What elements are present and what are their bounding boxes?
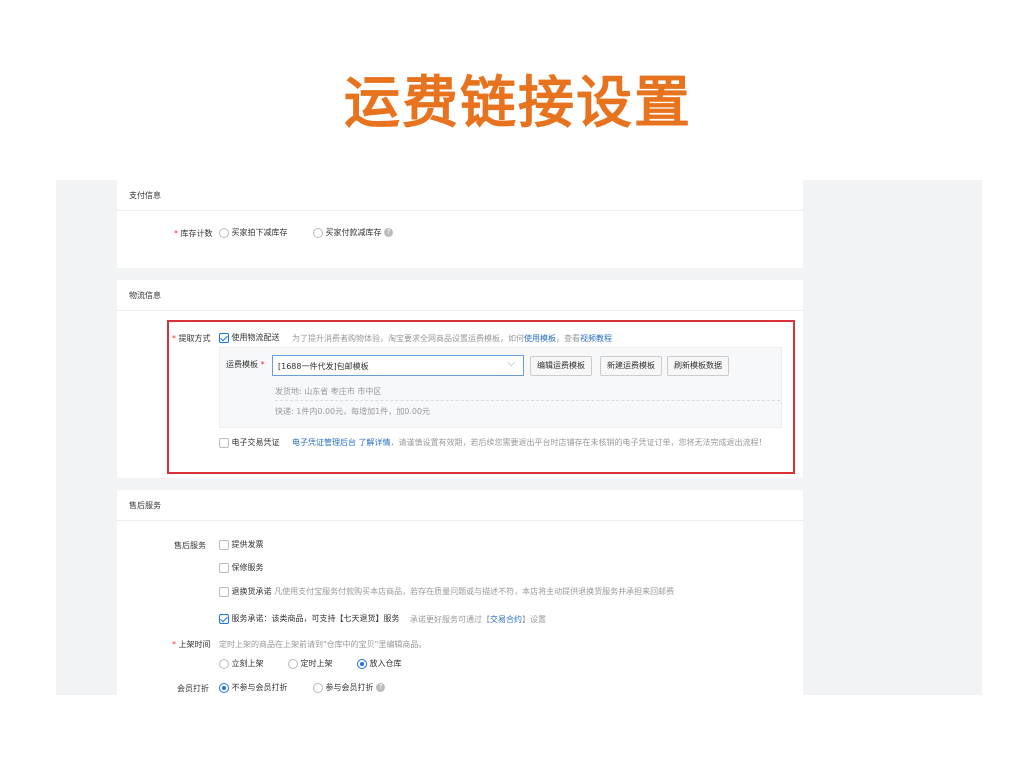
payment-card: 支付信息 * 库存计数 买家拍下减库存 买家付款减库存 ? [117,180,803,268]
warranty-checkbox[interactable]: 保修服务 [219,562,264,573]
logistics-hint: 为了提升消费者购物体验，淘宝要求全网商品设置运费模板，如何使用模板，查看视频教程 [292,333,612,344]
payment-header: 支付信息 [117,180,803,211]
slide-title: 运费链接设置 [0,58,1036,139]
after-sales-label: 售后服务 [174,540,206,551]
use-template-link[interactable]: 使用模板 [524,334,556,343]
express-fee: 快递: 1件内0.00元，每增加1件，加0.00元 [275,406,430,417]
radio-option-1[interactable]: 买家拍下减库存 [219,227,288,238]
invoice-checkbox[interactable]: 提供发票 [219,539,264,550]
after-sales-header: 售后服务 [117,490,803,521]
help-icon: ? [376,683,385,692]
evoucher-checkbox[interactable]: 电子交易凭证 [219,437,280,448]
stock-label: 库存计数 [181,229,213,238]
member-yes-radio[interactable]: 参与会员打折 ? [313,682,385,693]
return-checkbox[interactable]: 退换货承诺 凡使用支付宝服务付款购买本店商品，若存在质量问题或与描述不符，本店将… [219,586,674,597]
template-panel: 运费模板 * [1688一件代发]包邮模板⌵ 编辑运费模板 新建运费模板 刷新模… [219,347,782,428]
listing-scheduled-radio[interactable]: 定时上架 [288,658,333,669]
ship-from: 发货地: 山东省 枣庄市 市中区 [275,386,381,397]
member-no-radio[interactable]: 不参与会员打折 [219,682,288,693]
evoucher-admin-link[interactable]: 电子凭证管理后台 [292,438,356,447]
new-template-button[interactable]: 新建运费模板 [600,356,662,376]
logistics-card: 物流信息 * 提取方式 使用物流配送 为了提升消费者购物体验，淘宝要求全网商品设… [117,280,803,478]
member-label: 会员打折 [177,683,209,694]
edit-template-button[interactable]: 编辑运费模板 [530,356,592,376]
refresh-template-button[interactable]: 刷新模板数据 [667,356,729,376]
after-sales-card: 售后服务 售后服务 提供发票 保修服务 退换货承诺 凡使用支付宝服务付款购买本店… [117,490,803,695]
trade-contract-link[interactable]: 交易合约 [490,615,522,624]
listing-warehouse-radio[interactable]: 放入仓库 [357,658,402,669]
use-logistics-checkbox[interactable]: 使用物流配送 [219,332,280,343]
radio-option-2[interactable]: 买家付款减库存 ? [313,227,393,238]
pickup-label: 提取方式 [179,334,211,343]
promise-checkbox[interactable]: 服务承诺：该类商品，可支持【七天退货】服务 [219,613,400,624]
template-select[interactable]: [1688一件代发]包邮模板⌵ [272,355,524,376]
listing-hint: 定时上架的商品在上架前请到"仓库中的宝贝"里编辑商品。 [219,639,426,650]
chevron-down-icon: ⌵ [507,358,515,369]
screenshot-area: 支付信息 * 库存计数 买家拍下减库存 买家付款减库存 ? 物流信息 * 提取方… [56,180,982,695]
learn-more-link[interactable]: 了解详情 [359,438,391,447]
logistics-header: 物流信息 [117,280,803,311]
listing-now-radio[interactable]: 立刻上架 [219,658,264,669]
video-tutorial-link[interactable]: 视频教程 [580,334,612,343]
help-icon[interactable]: ? [384,228,393,237]
